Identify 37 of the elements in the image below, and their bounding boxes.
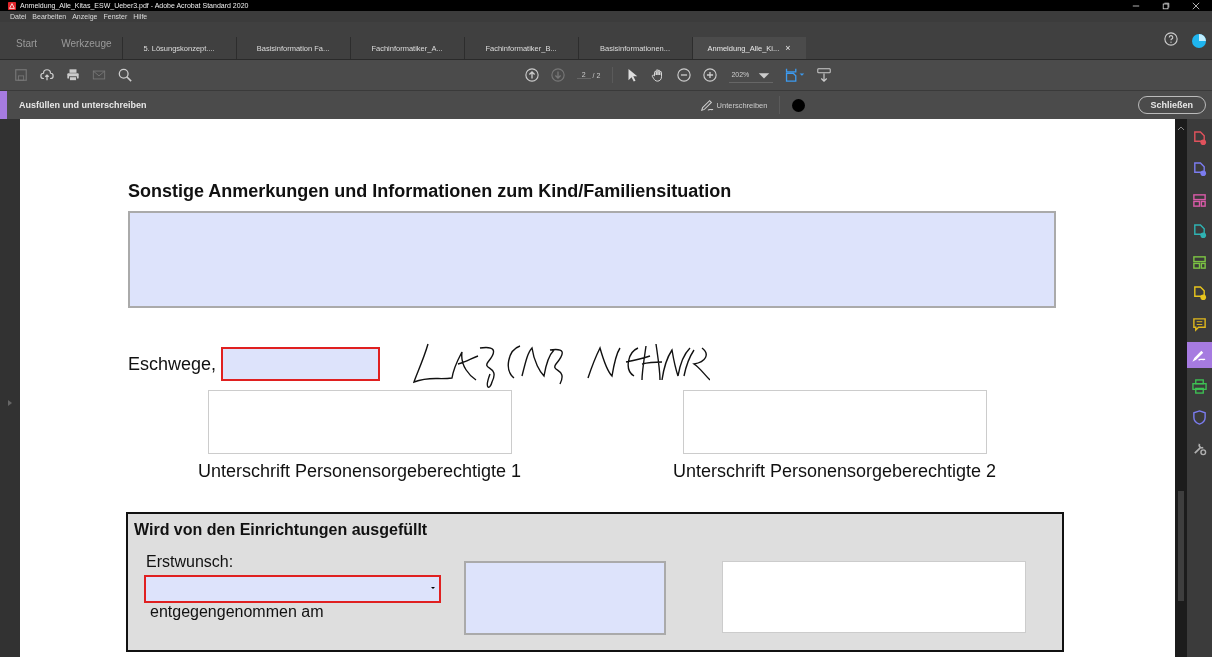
- scrollbar-thumb[interactable]: [1178, 491, 1184, 601]
- signature-field[interactable]: [682, 390, 987, 454]
- pen-icon: [698, 98, 715, 112]
- input-field[interactable]: [464, 561, 666, 635]
- cloud-upload-icon[interactable]: [40, 68, 54, 82]
- scroll-mode-icon[interactable]: [817, 68, 832, 82]
- dropdown-arrow-icon: [430, 586, 436, 590]
- page-up-icon[interactable]: [524, 68, 539, 82]
- fit-page-icon[interactable]: [785, 67, 806, 83]
- office-heading: Wird von den Einrichtungen ausgefüllt: [134, 521, 428, 538]
- tool-sign-icon[interactable]: [1187, 342, 1212, 368]
- restore-icon[interactable]: [1162, 1, 1170, 10]
- place-label: Eschwege,: [128, 353, 217, 375]
- print-icon[interactable]: [66, 68, 80, 82]
- color-swatch[interactable]: [792, 98, 806, 112]
- help-icon[interactable]: [1164, 31, 1178, 46]
- scroll-up-icon[interactable]: [1177, 125, 1185, 131]
- pdf-icon: [8, 1, 16, 10]
- fill-sign-title: Ausfüllen und unterschreiben: [19, 100, 147, 110]
- account-icon[interactable]: [1192, 33, 1206, 48]
- nav-link[interactable]: Werkzeuge: [45, 38, 122, 59]
- signature-label: Unterschrift Personensorgeberechtigte 2: [672, 461, 997, 482]
- search-icon[interactable]: [118, 68, 132, 82]
- first-choice-dropdown[interactable]: [144, 575, 441, 603]
- section-heading: Sonstige Anmerkungen und Informationen zum Kind/Familiensituation: [128, 181, 733, 202]
- zoom-in-icon[interactable]: [703, 68, 718, 82]
- nav-link[interactable]: Start: [0, 38, 46, 59]
- received-label: entgegengenommen am: [150, 603, 325, 621]
- signature-field[interactable]: [207, 390, 512, 454]
- signature-label: Unterschrift Personensorgeberechtigte 1: [197, 461, 522, 482]
- stamp-field[interactable]: [722, 561, 1026, 633]
- close-icon[interactable]: [1192, 1, 1200, 10]
- first-choice-label: Erstwunsch:: [146, 553, 235, 571]
- expand-panel-icon[interactable]: [8, 400, 12, 406]
- tab-close-button[interactable]: ×: [785, 43, 791, 53]
- zoom-out-icon[interactable]: [677, 68, 692, 82]
- date-field[interactable]: [221, 347, 381, 381]
